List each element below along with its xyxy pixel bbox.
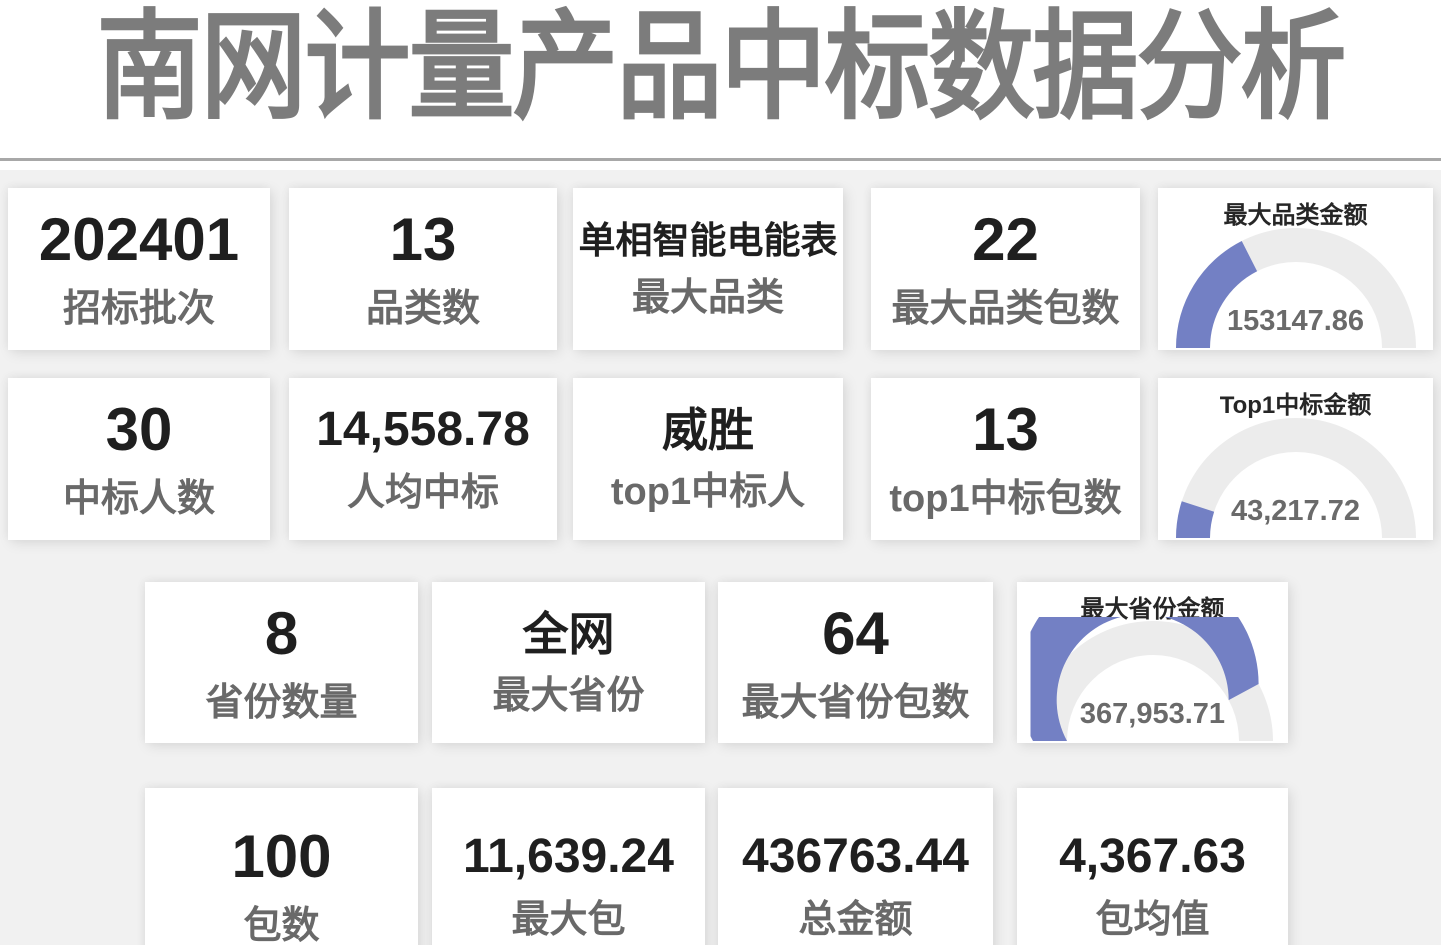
page-title: 南网计量产品中标数据分析	[0, 4, 1441, 132]
card-label: 最大品类包数	[891, 290, 1119, 328]
card-value: 单相智能电能表	[579, 222, 838, 259]
card-bid-batch: 202401 招标批次	[8, 188, 270, 350]
card-average-win: 14,558.78 人均中标	[289, 378, 557, 540]
card-package-average: 4,367.63 包均值	[1017, 788, 1288, 945]
card-value: 4,367.63	[1059, 833, 1246, 881]
card-label: 总金额	[798, 901, 912, 939]
card-label: top1中标人	[611, 473, 805, 511]
card-value: 202401	[39, 210, 239, 270]
gauge-max-category-amount: 最大品类金额 153147.86	[1158, 188, 1433, 350]
card-value: 14,558.78	[316, 406, 530, 454]
card-value: 8	[265, 604, 298, 664]
card-label: 省份数量	[205, 684, 357, 722]
card-label: 人均中标	[347, 474, 499, 512]
card-package-count: 100 包数	[145, 788, 418, 945]
card-max-package: 11,639.24 最大包	[432, 788, 705, 945]
card-label: 最大包	[511, 901, 625, 939]
card-max-category-packages: 22 最大品类包数	[871, 188, 1140, 350]
gauge-top1-amount: Top1中标金额 43,217.72	[1158, 378, 1433, 540]
card-max-province: 全网 最大省份	[432, 582, 705, 743]
card-total-amount: 436763.44 总金额	[718, 788, 993, 945]
gauge-max-province-amount: 最大省份金额 367,953.71	[1017, 582, 1288, 743]
card-value: 13	[390, 210, 457, 270]
card-value: 30	[106, 400, 173, 460]
card-category-count: 13 品类数	[289, 188, 557, 350]
card-label: 品类数	[366, 290, 480, 328]
card-max-province-packages: 64 最大省份包数	[718, 582, 993, 743]
card-value: 436763.44	[742, 833, 969, 881]
card-value: 100	[231, 827, 331, 887]
card-label: 包数	[243, 907, 319, 945]
card-label: 最大品类	[632, 279, 784, 317]
card-label: 招标批次	[63, 290, 215, 328]
card-value: 11,639.24	[463, 833, 674, 881]
card-value: 全网	[523, 611, 615, 657]
card-label: 最大省份包数	[741, 684, 969, 722]
card-value: 威胜	[662, 407, 754, 453]
card-label: 最大省份	[492, 677, 644, 715]
card-label: top1中标包数	[889, 480, 1121, 518]
card-max-category: 单相智能电能表 最大品类	[573, 188, 843, 350]
card-top1-winner: 威胜 top1中标人	[573, 378, 843, 540]
card-value: 13	[972, 400, 1039, 460]
card-province-count: 8 省份数量	[145, 582, 418, 743]
gauge-value: 153147.86	[1158, 305, 1433, 338]
card-winner-count: 30 中标人数	[8, 378, 270, 540]
card-value: 64	[822, 604, 889, 664]
card-value: 22	[972, 210, 1039, 270]
gauge-value: 367,953.71	[1017, 698, 1288, 731]
card-label: 包均值	[1095, 901, 1209, 939]
card-top1-packages: 13 top1中标包数	[871, 378, 1140, 540]
title-divider	[0, 158, 1441, 161]
card-label: 中标人数	[63, 480, 215, 518]
gauge-value: 43,217.72	[1158, 495, 1433, 528]
